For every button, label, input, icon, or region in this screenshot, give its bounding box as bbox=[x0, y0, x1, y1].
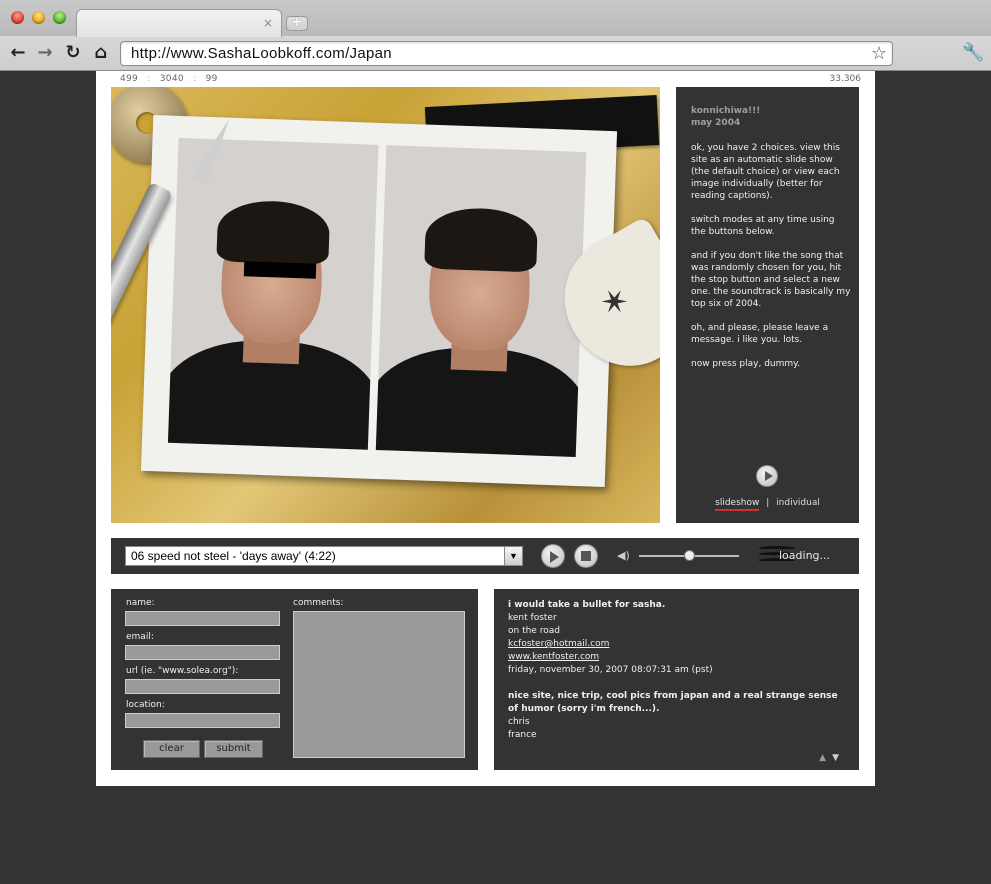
music-player: 06 speed not steel - 'days away' (4:22) … bbox=[111, 538, 859, 574]
message-email-link[interactable]: kcfoster@hotmail.com bbox=[508, 638, 848, 651]
volume-icon: ◀) bbox=[617, 549, 630, 562]
slideshow-mode-link[interactable]: slideshow bbox=[715, 498, 760, 511]
address-bar[interactable]: http://www.SashaLoobkoff.com/Japan ☆ bbox=[120, 41, 893, 66]
message-location: france bbox=[508, 730, 537, 740]
tab-strip: × + bbox=[0, 0, 991, 37]
location-label: location: bbox=[126, 700, 165, 710]
bookmark-star-icon[interactable]: ☆ bbox=[871, 43, 887, 64]
stat-3: 99 bbox=[205, 74, 218, 84]
message-location: on the road bbox=[508, 626, 560, 636]
chevron-down-icon[interactable]: ▼ bbox=[504, 547, 522, 565]
browser-tab[interactable]: × bbox=[76, 9, 282, 37]
zoom-window-button[interactable] bbox=[53, 11, 66, 24]
email-label: email: bbox=[126, 632, 154, 642]
message-title: i would take a bullet for sasha. bbox=[508, 600, 666, 610]
message-pager: ▲▼ bbox=[819, 753, 845, 763]
guestbook-form: name: email: url (ie. "www.solea.org"): … bbox=[111, 589, 478, 770]
stop-button[interactable] bbox=[574, 544, 598, 568]
play-button[interactable] bbox=[541, 544, 565, 568]
name-label: name: bbox=[126, 598, 155, 608]
url-text: http://www.SashaLoobkoff.com/Japan bbox=[131, 45, 392, 62]
scroll-up-icon[interactable]: ▲ bbox=[819, 753, 832, 763]
wrench-menu-icon[interactable]: 🔧 bbox=[962, 42, 984, 64]
player-status: loading... bbox=[779, 549, 831, 562]
song-select-value: 06 speed not steel - 'days away' (4:22) bbox=[131, 549, 336, 563]
message-date: friday, november 30, 2007 08:07:31 am (p… bbox=[508, 665, 713, 675]
close-window-button[interactable] bbox=[11, 11, 24, 24]
clear-button[interactable]: clear bbox=[143, 740, 200, 758]
url-field[interactable] bbox=[125, 679, 280, 694]
stats-counter: 499 : 3040 : 99 bbox=[120, 74, 224, 84]
stat-right: 33.306 bbox=[829, 74, 862, 84]
message-website-link[interactable]: www.kentfoster.com bbox=[508, 651, 848, 664]
photo-frame-right bbox=[375, 145, 587, 457]
message-title: nice site, nice trip, cool pics from jap… bbox=[508, 691, 838, 701]
message-author: kent foster bbox=[508, 613, 557, 623]
intro-paragraph: ok, you have 2 choices. view this site a… bbox=[691, 143, 840, 201]
reload-button[interactable]: ↻ bbox=[62, 42, 84, 64]
volume-slider-handle[interactable] bbox=[683, 550, 695, 561]
home-button[interactable]: ⌂ bbox=[90, 42, 112, 64]
comments-label: comments: bbox=[293, 598, 344, 608]
intro-greeting: konnichiwa!!! bbox=[691, 106, 761, 116]
stat-separator: : bbox=[193, 74, 197, 84]
intro-text: konnichiwa!!! may 2004 ok, you have 2 ch… bbox=[691, 105, 851, 382]
intro-paragraph: now press play, dummy. bbox=[691, 359, 801, 369]
mode-switcher: slideshow | individual bbox=[676, 498, 859, 511]
intro-paragraph: oh, and please, please leave a message. … bbox=[691, 323, 829, 345]
scroll-down-icon[interactable]: ▼ bbox=[832, 753, 845, 763]
url-label: url (ie. "www.solea.org"): bbox=[126, 666, 239, 676]
intro-date: may 2004 bbox=[691, 118, 741, 128]
song-select[interactable]: 06 speed not steel - 'days away' (4:22) … bbox=[125, 546, 523, 566]
message-entry: i would take a bullet for sasha. kent fo… bbox=[508, 599, 848, 677]
submit-button[interactable]: submit bbox=[204, 740, 263, 758]
intro-paragraph: and if you don't like the song that was … bbox=[691, 251, 851, 309]
minimize-window-button[interactable] bbox=[32, 11, 45, 24]
stat-separator: : bbox=[147, 74, 151, 84]
close-tab-icon[interactable]: × bbox=[263, 16, 273, 30]
slideshow-play-icon[interactable] bbox=[756, 465, 778, 487]
page-container: 499 : 3040 : 99 33.306 ✶ konnichiwa!!! m… bbox=[96, 71, 875, 786]
message-author: chris bbox=[508, 717, 530, 727]
new-tab-button[interactable]: + bbox=[286, 16, 308, 31]
back-button[interactable]: ← bbox=[7, 42, 29, 64]
message-title: of humor (sorry i'm french...). bbox=[508, 704, 660, 714]
browser-chrome: × + ← → ↻ ⌂ http://www.SashaLoobkoff.com… bbox=[0, 0, 991, 71]
individual-mode-link[interactable]: individual bbox=[776, 498, 820, 508]
stat-2: 3040 bbox=[159, 74, 184, 84]
comments-textarea[interactable] bbox=[293, 611, 465, 758]
intro-paragraph: switch modes at any time using the butto… bbox=[691, 215, 835, 237]
email-field[interactable] bbox=[125, 645, 280, 660]
forward-button[interactable]: → bbox=[34, 42, 56, 64]
mode-separator: | bbox=[766, 498, 770, 508]
stat-1: 499 bbox=[120, 74, 139, 84]
name-field[interactable] bbox=[125, 611, 280, 626]
guestbook-messages: i would take a bullet for sasha. kent fo… bbox=[494, 589, 859, 770]
censor-bar bbox=[243, 261, 317, 279]
intro-sidebar: konnichiwa!!! may 2004 ok, you have 2 ch… bbox=[676, 87, 859, 523]
location-field[interactable] bbox=[125, 713, 280, 728]
message-entry: nice site, nice trip, cool pics from jap… bbox=[508, 690, 848, 742]
slideshow-photo[interactable]: ✶ bbox=[111, 87, 660, 523]
photo-frame-left bbox=[167, 137, 379, 450]
